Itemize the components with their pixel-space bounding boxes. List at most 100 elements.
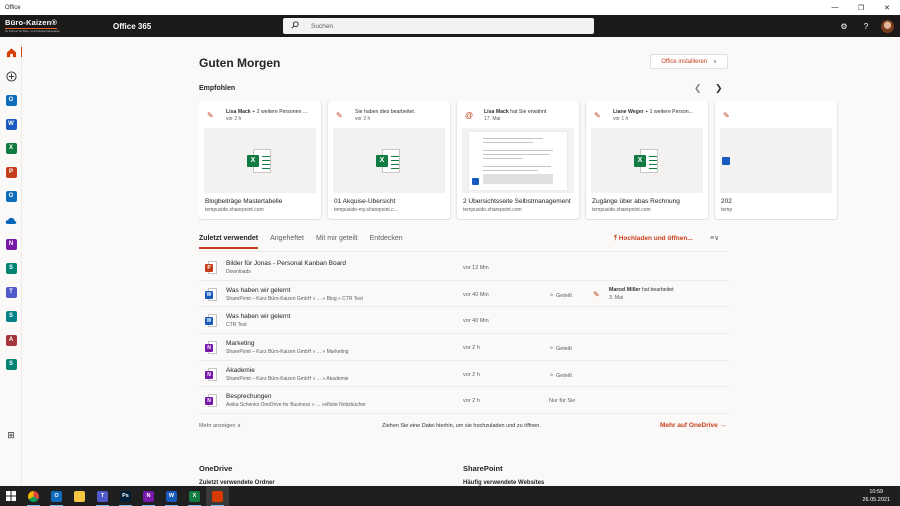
- card-file-name: 202: [721, 198, 732, 205]
- recommended-card[interactable]: ✎ Liane Weger + 1 weitere Person... vor 1 …: [586, 101, 708, 219]
- chevron-right-icon[interactable]: ❯: [715, 83, 723, 94]
- file-location: SharePoint – Kurz Büro-Kaizen GmbH » ...…: [226, 295, 363, 302]
- card-activity: Lisa Mack + 2 weitere Personen ...: [226, 109, 316, 115]
- taskbar-excel[interactable]: X: [183, 486, 206, 506]
- taskbar-outlook[interactable]: O: [45, 486, 68, 506]
- tab-3[interactable]: Entdecken: [370, 235, 403, 249]
- filter-icon[interactable]: ≡∨: [710, 234, 719, 242]
- chevron-left-icon[interactable]: ❮: [694, 83, 702, 94]
- file-row[interactable]: W Was haben wir gelernt CTR Test vor 40 Min: [199, 307, 729, 335]
- rail-item-teams[interactable]: T: [0, 283, 22, 301]
- all-apps-grid-icon[interactable]: ⊞: [0, 428, 22, 442]
- file-location: Downloads: [226, 269, 251, 275]
- rail-item-onedrive[interactable]: [0, 211, 22, 229]
- card-file-site: tempuside-my.sharepoint.c...: [334, 207, 398, 213]
- home-icon: [6, 47, 16, 57]
- file-location: Anika Schenks OneDrive for Business » ..…: [226, 402, 366, 409]
- document-preview: [468, 130, 568, 191]
- card-activity-time: vor 1 h: [613, 116, 629, 122]
- taskbar-explorer[interactable]: [68, 486, 91, 506]
- recommended-card[interactable]: ✎ 202 temp: [715, 101, 837, 219]
- rail-item-access[interactable]: A: [0, 331, 22, 349]
- recommended-card[interactable]: ✎ Lisa Mack + 2 weitere Personen ... vor 2…: [199, 101, 321, 219]
- file-name: Bilder für Jonas - Personal Kanban Board: [226, 260, 346, 267]
- file-tabs: Zuletzt verwendet Angeheftet Mit mir getei…: [199, 235, 415, 249]
- rail-item-onenote[interactable]: N: [0, 235, 22, 253]
- user-avatar[interactable]: [881, 19, 894, 33]
- create-plus-icon: [5, 70, 17, 82]
- rail-item-word[interactable]: W: [0, 115, 22, 133]
- install-office-button[interactable]: Office installieren ∨: [650, 54, 728, 69]
- card-file-name: 01 Akquise-Übersicht: [334, 198, 396, 205]
- tab-2[interactable]: Mit mir geteilt: [316, 235, 358, 249]
- help-icon[interactable]: ?: [855, 15, 877, 37]
- excel-app-icon: X: [5, 142, 17, 154]
- file-row[interactable]: N Akademie SharePoint – Kurz Büro-Kaizen G…: [199, 361, 729, 388]
- file-time: vor 2 h: [463, 398, 480, 405]
- rail-item-sway[interactable]: S: [0, 259, 22, 277]
- search-box[interactable]: Suchen: [283, 18, 594, 34]
- word-file-icon: W: [205, 314, 217, 328]
- install-office-label: Office installieren: [661, 58, 708, 65]
- show-more-link[interactable]: Mehr anzeigen ∨: [199, 423, 241, 429]
- tab-0[interactable]: Zuletzt verwendet: [199, 235, 259, 249]
- app-name-link[interactable]: Office 365: [113, 22, 283, 31]
- tab-1[interactable]: Angeheftet: [270, 235, 304, 249]
- recommended-card[interactable]: ✎ Sie haben dies bearbeitet. vor 2 h X 01 Ak…: [328, 101, 450, 219]
- file-row[interactable]: N Besprechungen Anika Schenks OneDrive for…: [199, 387, 729, 415]
- taskbar-teams[interactable]: T: [91, 486, 114, 506]
- rail-item-excel[interactable]: X: [0, 139, 22, 157]
- taskbar-photoshop[interactable]: Ps: [114, 486, 137, 506]
- file-time: vor 12 Min: [463, 265, 489, 271]
- brand-logo[interactable]: Büro-Kaizen® Ihr Partner für Büro- und A…: [0, 15, 88, 37]
- recommended-heading: Empfohlen: [199, 85, 236, 92]
- file-activity-text: Marcel Miller hat bearbeitet: [609, 287, 674, 293]
- main-content: Guten Morgen Office installieren ∨ Empfo…: [22, 37, 900, 486]
- file-activity-action: hat bearbeitet: [640, 286, 674, 293]
- card-file-site: temp: [721, 207, 733, 213]
- search-input[interactable]: Suchen: [311, 23, 333, 30]
- brand-name: Büro-Kaizen®: [5, 18, 58, 27]
- taskbar-word[interactable]: W: [160, 486, 183, 506]
- file-sharing-label: Geteilt: [556, 372, 572, 379]
- taskbar-onenote[interactable]: N: [137, 486, 160, 506]
- excel-file-icon: X: [247, 148, 273, 174]
- rail-item-sway-2[interactable]: S: [0, 355, 22, 373]
- recommended-card[interactable]: @ Lisa Mack hat Sie erwähnt 17. Mai 2 Übers…: [457, 101, 579, 219]
- upload-and-open-button[interactable]: ⤒ Hochladen und öffnen...: [614, 235, 693, 243]
- close-icon[interactable]: ✕: [874, 0, 900, 15]
- pencil-icon: ✎: [593, 289, 600, 299]
- explorer-icon: [74, 490, 85, 502]
- file-row[interactable]: W Was haben wir gelernt SharePoint – Kurz …: [199, 281, 729, 308]
- file-sharing: Nur für Sie: [549, 398, 575, 404]
- card-activity-person: Lisa Mack: [226, 109, 251, 115]
- rail-item-powerpoint[interactable]: P: [0, 163, 22, 181]
- more-on-onedrive-link[interactable]: Mehr auf OneDrive →: [660, 422, 726, 429]
- settings-gear-icon[interactable]: ⚙: [833, 15, 855, 37]
- sharepoint-app-icon: S: [5, 310, 17, 322]
- windows-start-icon[interactable]: [0, 486, 22, 506]
- file-row[interactable]: P Bilder für Jonas - Personal Kanban Boar…: [199, 254, 729, 281]
- excel-file-icon: X: [634, 148, 660, 174]
- minimize-icon[interactable]: —: [822, 0, 848, 15]
- rail-item-outlook-2[interactable]: O: [0, 187, 22, 205]
- system-clock[interactable]: 10:59 26.05.2021: [862, 488, 890, 504]
- taskbar-office[interactable]: [206, 486, 229, 506]
- file-row[interactable]: N Marketing SharePoint – Kurz Büro-Kaizen …: [199, 334, 729, 361]
- excel-icon: X: [189, 490, 200, 502]
- card-activity-text: + 1 weitere Person...: [643, 109, 693, 115]
- rail-item-home[interactable]: [0, 43, 23, 61]
- taskbar-chrome[interactable]: [22, 486, 45, 506]
- card-file-name: Zugänge über abas Rechnung: [592, 198, 680, 205]
- rail-item-outlook[interactable]: O: [0, 91, 22, 109]
- maximize-icon[interactable]: ❐: [848, 0, 874, 15]
- card-file-name: Blogbeiträge Mastertabelle: [205, 198, 283, 205]
- file-activity-date: 3. Mai: [609, 294, 624, 301]
- access-app-icon: A: [5, 334, 17, 346]
- search-icon: [291, 21, 303, 31]
- powerpoint-app-icon: P: [5, 166, 17, 178]
- file-name: Akademie: [226, 366, 255, 374]
- rail-item-create[interactable]: [0, 67, 22, 85]
- sway-2-app-icon: S: [5, 358, 17, 370]
- rail-item-sharepoint[interactable]: S: [0, 307, 22, 325]
